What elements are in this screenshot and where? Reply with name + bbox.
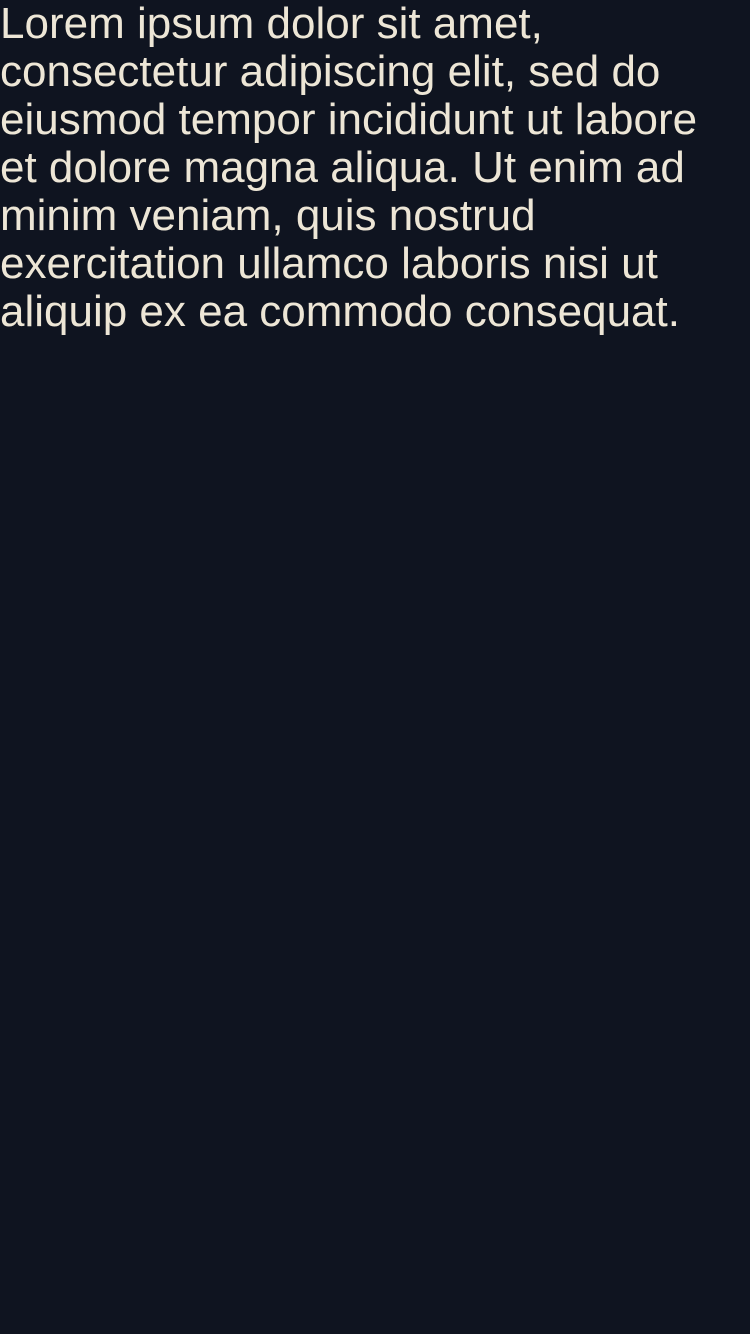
screen: Lorem ipsum dolor sit amet, consectetur …	[0, 0, 750, 1334]
body-text: Lorem ipsum dolor sit amet, consectetur …	[0, 0, 698, 336]
